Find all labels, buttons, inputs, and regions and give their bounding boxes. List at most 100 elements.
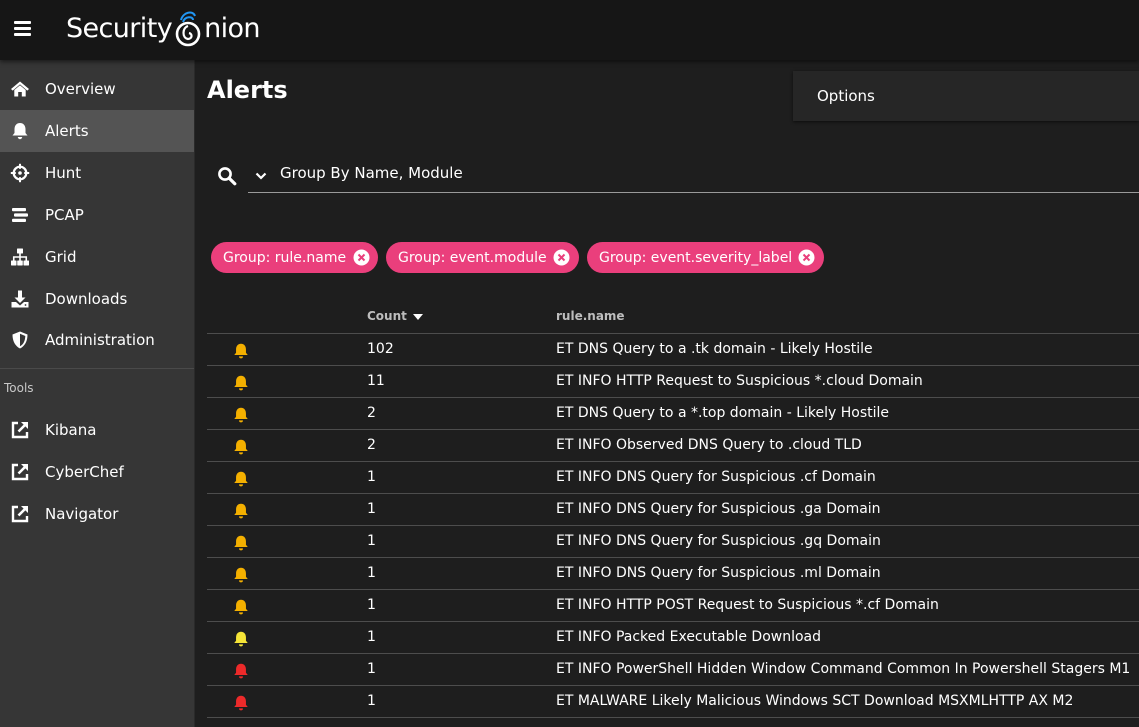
table-row[interactable]: 2 ET DNS Query to a *.top domain - Likel… bbox=[207, 398, 1139, 430]
cell-count: 11 bbox=[367, 373, 385, 389]
table-row[interactable]: 1 ET INFO PowerShell Hidden Window Comma… bbox=[207, 654, 1139, 686]
external-link-icon bbox=[11, 505, 29, 523]
bell-icon bbox=[234, 663, 248, 679]
cell-count: 1 bbox=[367, 597, 376, 613]
cell-rule-name: ET INFO HTTP Request to Suspicious *.clo… bbox=[556, 373, 923, 389]
close-circle-icon[interactable] bbox=[553, 249, 570, 266]
cell-count: 1 bbox=[367, 469, 376, 485]
cell-count: 2 bbox=[367, 405, 376, 421]
menu-icon[interactable] bbox=[14, 20, 32, 36]
sidebar-item-label: Kibana bbox=[45, 421, 97, 439]
cell-rule-name: ET DNS Query to a .tk domain - Likely Ho… bbox=[556, 341, 873, 357]
bell-icon bbox=[234, 439, 248, 455]
table-row[interactable]: 1 ET MALWARE Likely Malicious Windows SC… bbox=[207, 686, 1139, 718]
cell-rule-name: ET INFO HTTP POST Request to Suspicious … bbox=[556, 597, 939, 613]
cell-count: 1 bbox=[367, 565, 376, 581]
sidebar-item-label: Administration bbox=[45, 331, 155, 349]
sidebar-item-label: Hunt bbox=[45, 164, 82, 182]
cell-count: 1 bbox=[367, 533, 376, 549]
sidebar-item-pcap[interactable]: PCAP bbox=[0, 194, 194, 236]
bell-icon bbox=[234, 695, 248, 711]
chip-label: Group: rule.name bbox=[223, 249, 347, 266]
sidebar-item-administration[interactable]: Administration bbox=[0, 319, 194, 361]
query-input[interactable] bbox=[280, 161, 1120, 185]
bell-icon bbox=[234, 471, 248, 487]
table-row[interactable]: 1 ET INFO DNS Query for Suspicious .ml D… bbox=[207, 558, 1139, 590]
sitemap-icon bbox=[11, 248, 29, 266]
chip-label: Group: event.module bbox=[398, 249, 547, 266]
sidebar-item-cyberchef[interactable]: CyberChef bbox=[0, 451, 194, 493]
table-row[interactable]: 1 ET INFO DNS Query for Suspicious .ga D… bbox=[207, 494, 1139, 526]
external-link-icon bbox=[11, 463, 29, 481]
onion-logo-icon bbox=[173, 6, 203, 50]
table-row[interactable]: 1 ET INFO Packed Executable Download bbox=[207, 622, 1139, 654]
stream-icon bbox=[12, 208, 28, 222]
chip-group-rule-name[interactable]: Group: rule.name bbox=[211, 242, 378, 273]
chip-label: Group: event.severity_label bbox=[599, 249, 793, 266]
sidebar-divider bbox=[0, 368, 194, 369]
table-row[interactable]: 2 ET INFO Observed DNS Query to .cloud T… bbox=[207, 430, 1139, 462]
column-header-count[interactable]: Count bbox=[367, 309, 423, 323]
chip-group-event-module[interactable]: Group: event.module bbox=[386, 242, 579, 273]
cell-rule-name: ET INFO DNS Query for Suspicious .gq Dom… bbox=[556, 533, 881, 549]
sidebar-item-hunt[interactable]: Hunt bbox=[0, 152, 194, 194]
sidebar-item-label: Overview bbox=[45, 80, 116, 98]
sidebar-item-downloads[interactable]: Downloads bbox=[0, 278, 194, 320]
sidebar: Overview Alerts Hunt PCAP Grid Downloads… bbox=[0, 60, 195, 727]
column-header-rule-name[interactable]: rule.name bbox=[556, 309, 625, 323]
close-circle-icon[interactable] bbox=[353, 249, 370, 266]
cell-count: 2 bbox=[367, 437, 376, 453]
logo-text-right: nion bbox=[204, 12, 260, 44]
table-row[interactable]: 11 ET INFO HTTP Request to Suspicious *.… bbox=[207, 366, 1139, 398]
bell-icon bbox=[234, 503, 248, 519]
cell-count: 1 bbox=[367, 629, 376, 645]
options-panel[interactable]: Options bbox=[793, 71, 1139, 121]
cell-rule-name: ET INFO DNS Query for Suspicious .ga Dom… bbox=[556, 501, 881, 517]
sidebar-item-label: Grid bbox=[45, 248, 77, 266]
cell-rule-name: ET DNS Query to a *.top domain - Likely … bbox=[556, 405, 889, 421]
download-icon bbox=[11, 290, 29, 308]
table-row[interactable]: 1 ET INFO DNS Query for Suspicious .gq D… bbox=[207, 526, 1139, 558]
chevron-down-icon[interactable] bbox=[254, 169, 268, 183]
search-icon[interactable] bbox=[217, 166, 237, 186]
bell-icon bbox=[234, 631, 248, 647]
sidebar-item-label: CyberChef bbox=[45, 463, 124, 481]
bell-icon bbox=[234, 599, 248, 615]
sidebar-item-kibana[interactable]: Kibana bbox=[0, 409, 194, 451]
sidebar-item-grid[interactable]: Grid bbox=[0, 236, 194, 278]
sidebar-item-label: Alerts bbox=[45, 122, 89, 140]
logo-text-left: Security bbox=[66, 12, 173, 44]
sort-down-icon bbox=[413, 314, 423, 320]
sidebar-item-overview[interactable]: Overview bbox=[0, 68, 194, 110]
main-content: Alerts Options Group: rule.name Group: e… bbox=[195, 60, 1139, 727]
cell-rule-name: ET INFO Observed DNS Query to .cloud TLD bbox=[556, 437, 862, 453]
bell-icon bbox=[234, 343, 248, 359]
sidebar-item-label: PCAP bbox=[45, 206, 84, 224]
table-row[interactable]: 1 ET INFO DNS Query for Suspicious .cf D… bbox=[207, 462, 1139, 494]
chip-group-event-severity-label[interactable]: Group: event.severity_label bbox=[587, 242, 824, 273]
options-label: Options bbox=[817, 87, 875, 105]
crosshairs-icon bbox=[10, 163, 30, 183]
close-circle-icon[interactable] bbox=[798, 249, 815, 266]
sidebar-item-navigator[interactable]: Navigator bbox=[0, 493, 194, 535]
sidebar-item-alerts[interactable]: Alerts bbox=[0, 110, 194, 152]
cell-rule-name: ET INFO DNS Query for Suspicious .ml Dom… bbox=[556, 565, 881, 581]
cell-count: 102 bbox=[367, 341, 394, 357]
security-onion-logo[interactable]: Security nion bbox=[66, 6, 261, 50]
tools-section-header: Tools bbox=[4, 381, 34, 395]
top-app-bar: Security nion bbox=[0, 0, 1139, 60]
bell-icon bbox=[234, 407, 248, 423]
external-link-icon bbox=[11, 421, 29, 439]
cell-count: 1 bbox=[367, 661, 376, 677]
bell-icon bbox=[234, 375, 248, 391]
cell-count: 1 bbox=[367, 501, 376, 517]
bell-icon bbox=[12, 123, 28, 140]
table-row[interactable]: 102 ET DNS Query to a .tk domain - Likel… bbox=[207, 334, 1139, 366]
cell-count: 1 bbox=[367, 693, 376, 709]
cell-rule-name: ET INFO PowerShell Hidden Window Command… bbox=[556, 661, 1131, 677]
cell-rule-name: ET INFO DNS Query for Suspicious .cf Dom… bbox=[556, 469, 876, 485]
sidebar-item-label: Downloads bbox=[45, 290, 128, 308]
table-row[interactable]: 1 ET INFO HTTP POST Request to Suspiciou… bbox=[207, 590, 1139, 622]
query-combobox bbox=[248, 153, 1139, 193]
bell-icon bbox=[234, 535, 248, 551]
